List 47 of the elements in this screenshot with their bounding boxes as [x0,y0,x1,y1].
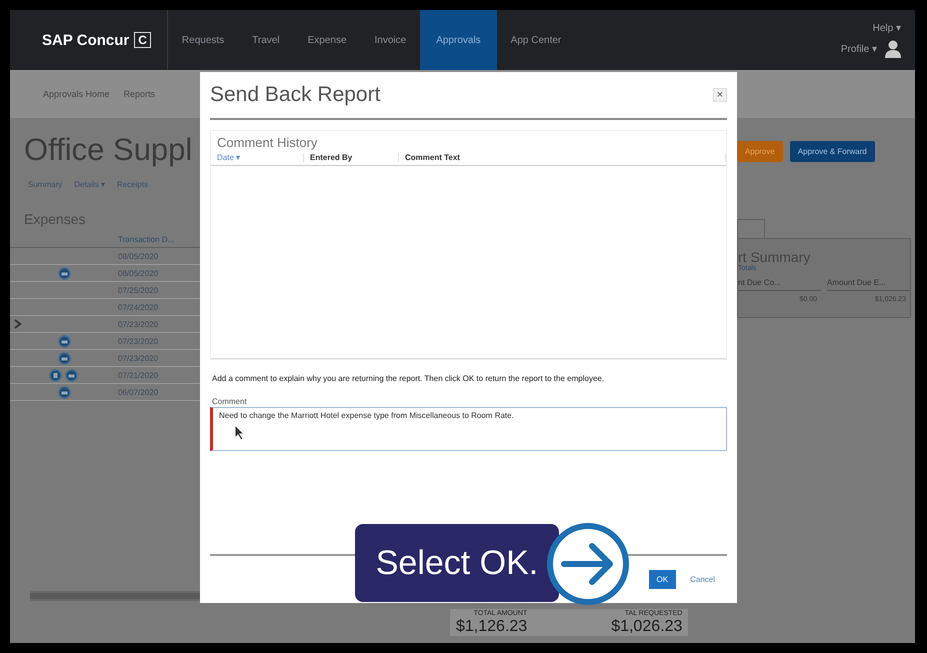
approve-button[interactable]: Approve & Forward [790,141,875,162]
nav-tab[interactable]: App Center [496,10,576,70]
column-header[interactable]: Comment Text [399,153,726,162]
ok-button[interactable]: OK [648,570,676,589]
cursor-icon [234,424,246,441]
column-header: nt Due Co... [738,278,821,291]
logo-mark: C [134,32,151,48]
receipt-icon[interactable] [58,352,70,364]
date-cell: 07/24/2020 [118,302,158,312]
nav-tab[interactable]: Invoice [360,10,420,70]
field-label: Comment [211,396,248,407]
nav-tab[interactable]: Requests [168,10,238,70]
dialog-title: Send Back Report [210,83,380,107]
comment-field[interactable]: Need to change the Marriott Hotel expense type from Miscellaneous to Room Rate. [210,407,727,451]
receipt-icon[interactable] [58,266,70,280]
report-title: Office Suppl [23,131,194,168]
cancel-link[interactable]: Cancel [690,575,715,584]
date-cell: 07/25/2020 [118,286,158,294]
total-amount: $1,026.23 [611,618,682,636]
user-icon[interactable] [885,40,901,58]
logo-text: SAP Concur [42,32,130,48]
date-cell: 06/07/2020 [118,388,158,396]
close-button[interactable]: × [713,88,727,102]
date-cell: 07/23/2020 [118,336,158,346]
sub-nav-link[interactable]: Approvals Home [43,89,110,99]
date-cell: 08/05/2020 [118,268,158,278]
date-cell: 07/23/2020 [118,320,158,328]
nav-tab[interactable]: Travel [238,10,294,70]
receipt-icon[interactable] [58,334,70,348]
receipt-icon[interactable] [58,386,70,398]
receipt-icons[interactable] [49,368,79,382]
help-menu[interactable]: Help ▾ [872,22,901,34]
column-header[interactable]: Date ▾ [211,153,304,162]
history-heading: Comment History [216,134,318,150]
date-cell: 07/23/2020 [118,354,158,362]
nav-tab[interactable]: Approvals [420,10,497,70]
column-header: Amount Due E... [827,278,910,291]
callout-caption: Select OK. [355,524,559,602]
date-cell: 08/05/2020 [118,252,158,260]
column-header[interactable]: Entered By [304,153,399,162]
profile-menu[interactable]: Profile ▾ [840,43,877,55]
date-cell: 07/21/2020 [118,370,158,380]
nav-tab[interactable]: Expense [294,10,361,70]
total-amount: $1,126.23 [456,618,528,636]
instruction-text: Add a comment to explain why you are returning the report. Then click OK to return the report to the employee. [211,373,606,383]
sub-nav-link[interactable]: Reports [124,89,156,99]
chevron-right-icon[interactable] [14,319,22,329]
